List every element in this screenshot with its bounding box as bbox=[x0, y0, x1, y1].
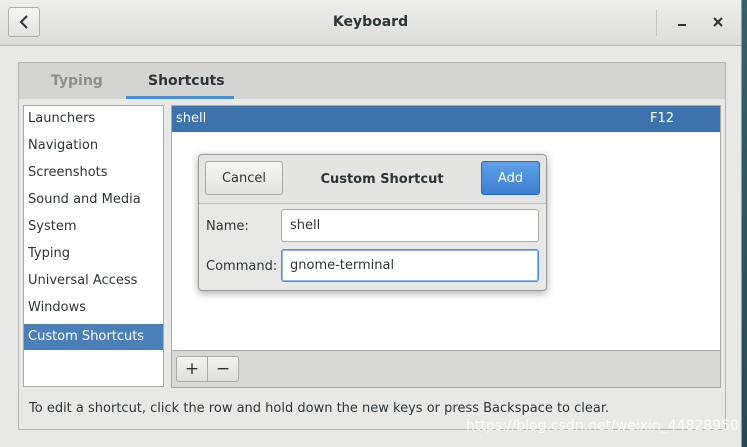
dialog-header: Cancel Custom Shortcut Add bbox=[199, 155, 546, 204]
shortcut-name: shell bbox=[176, 111, 207, 126]
sidebar-item-sound-and-media[interactable]: Sound and Media bbox=[24, 187, 163, 213]
name-label: Name: bbox=[206, 219, 249, 234]
sidebar-item-navigation[interactable]: Navigation bbox=[24, 133, 163, 159]
shortcut-key: F12 bbox=[650, 111, 675, 126]
sidebar-item-system[interactable]: System bbox=[24, 214, 163, 240]
tab-bar: Typing Shortcuts bbox=[19, 63, 725, 100]
sidebar-item-universal-access[interactable]: Universal Access bbox=[24, 268, 163, 294]
remove-shortcut-button[interactable]: − bbox=[207, 356, 239, 382]
close-icon bbox=[713, 17, 723, 27]
tab-typing[interactable]: Typing bbox=[51, 73, 103, 89]
header-bar: Keyboard bbox=[0, 0, 741, 46]
window-title: Keyboard bbox=[332, 14, 409, 30]
add-shortcut-button[interactable]: + bbox=[176, 356, 208, 382]
minimize-icon bbox=[678, 24, 686, 26]
header-separator bbox=[656, 10, 657, 36]
sidebar-item-typing[interactable]: Typing bbox=[24, 241, 163, 267]
cancel-button[interactable]: Cancel bbox=[205, 161, 283, 195]
minimize-button[interactable] bbox=[672, 12, 692, 32]
keyboard-settings-window: Keyboard Typing Shortcuts Launchers Navi… bbox=[0, 0, 742, 447]
shortcut-row[interactable]: shell F12 bbox=[172, 106, 720, 132]
sidebar-item-custom-shortcuts[interactable]: Custom Shortcuts bbox=[24, 324, 163, 350]
dialog-title: Custom Shortcut bbox=[320, 172, 444, 187]
sidebar-item-windows[interactable]: Windows bbox=[24, 295, 163, 321]
shortcut-category-list: Launchers Navigation Screenshots Sound a… bbox=[23, 105, 164, 387]
sidebar-item-screenshots[interactable]: Screenshots bbox=[24, 160, 163, 186]
command-field[interactable]: gnome-terminal bbox=[281, 249, 539, 282]
name-field[interactable]: shell bbox=[281, 209, 539, 242]
custom-shortcut-dialog: Cancel Custom Shortcut Add Name: shell C… bbox=[198, 154, 547, 291]
command-label: Command: bbox=[206, 259, 278, 274]
tab-shortcuts[interactable]: Shortcuts bbox=[148, 73, 225, 89]
watermark-text: https://blog.csdn.net/weixin_44828950 bbox=[466, 418, 740, 434]
close-button[interactable] bbox=[708, 12, 728, 32]
sidebar-item-launchers[interactable]: Launchers bbox=[24, 106, 163, 132]
shortcut-list-toolbar: + − bbox=[171, 350, 721, 388]
edit-hint-text: To edit a shortcut, click the row and ho… bbox=[29, 401, 610, 416]
add-button[interactable]: Add bbox=[481, 161, 540, 195]
